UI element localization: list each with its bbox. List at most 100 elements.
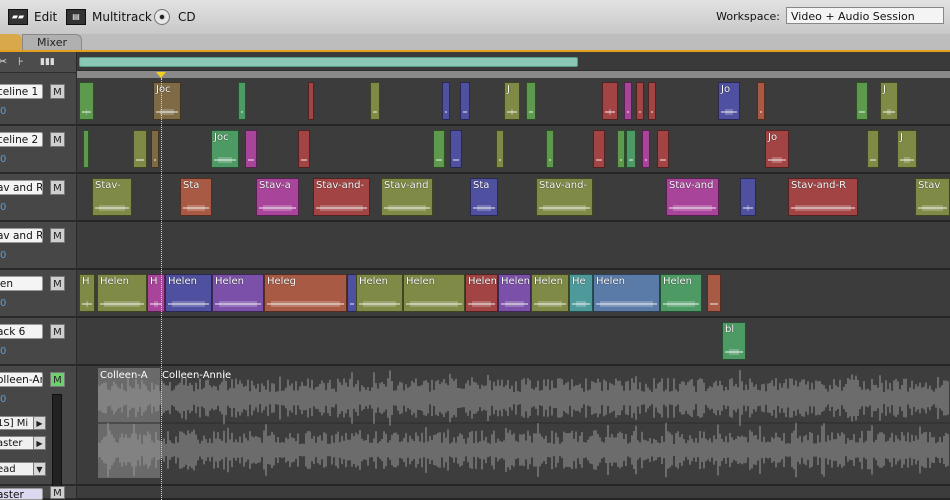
mute-button[interactable]: M (50, 84, 65, 99)
audio-clip[interactable]: Helen (498, 274, 531, 312)
audio-clip[interactable] (757, 82, 765, 120)
tab-editor[interactable] (0, 34, 22, 50)
audio-clip[interactable] (245, 130, 257, 168)
meter-tool-icon[interactable]: ▮▮▮ (40, 57, 55, 67)
audio-clip[interactable] (642, 130, 650, 168)
audio-clip[interactable]: Helen (403, 274, 465, 312)
track-name-field[interactable]: av and R (0, 180, 43, 195)
audio-clip[interactable] (460, 82, 470, 120)
volume-value[interactable]: 0 (0, 154, 6, 165)
track-name-field[interactable]: celine 2 (0, 132, 43, 147)
insert-tool-icon[interactable]: ⊦ (18, 55, 24, 68)
mute-button[interactable]: M (50, 486, 65, 499)
audio-clip[interactable]: J (880, 82, 898, 120)
audio-clip-colleen-annie[interactable]: Colleen-A Colleen-Annie (98, 368, 950, 478)
audio-clip[interactable]: Helen (531, 274, 569, 312)
volume-value[interactable]: 0 (0, 394, 6, 405)
audio-clip[interactable] (624, 82, 632, 120)
multitrack-view-button[interactable]: ▤ Multitrack (66, 8, 152, 26)
audio-clip[interactable]: J (504, 82, 520, 120)
track-name-field[interactable]: len (0, 276, 43, 291)
audio-clip[interactable] (593, 130, 605, 168)
session-overview[interactable] (77, 52, 950, 71)
audio-clip[interactable]: Joc (211, 130, 239, 168)
dropdown-arrow-icon[interactable]: ▶ (33, 436, 46, 450)
overview-scroll-bar[interactable] (79, 57, 578, 67)
dropdown-arrow-icon[interactable]: ▶ (33, 416, 46, 430)
audio-clip[interactable] (707, 274, 721, 312)
track-lane[interactable] (77, 222, 950, 270)
track-lane[interactable]: Joc Jo J (77, 126, 950, 174)
audio-clip[interactable] (636, 82, 644, 120)
volume-value[interactable]: 0 (0, 346, 6, 357)
audio-clip[interactable]: Helen (165, 274, 212, 312)
audio-clip[interactable] (496, 130, 504, 168)
volume-value[interactable]: 0 (0, 106, 6, 117)
tab-mixer[interactable]: Mixer (22, 34, 82, 50)
track-lane[interactable]: bl (77, 318, 950, 366)
audio-clip[interactable] (308, 82, 314, 120)
audio-clip[interactable] (133, 130, 147, 168)
audio-clip[interactable]: Stav (915, 178, 950, 216)
audio-clip[interactable]: Sta (180, 178, 212, 216)
volume-value[interactable]: 0 (0, 250, 6, 261)
timeline-area[interactable]: Joc J Jo J Joc Jo J Stav- Sta Stav-a Stav-and- Stav… (77, 52, 950, 500)
track-name-field[interactable]: celine 1 (0, 84, 43, 99)
audio-clip[interactable]: H (147, 274, 165, 312)
audio-clip[interactable]: Stav-and (666, 178, 719, 216)
track-name-field[interactable]: aster (0, 488, 43, 500)
workspace-select[interactable]: Video + Audio Session (786, 7, 944, 24)
audio-clip[interactable]: Jo (718, 82, 740, 120)
audio-clip[interactable]: Stav-a (256, 178, 299, 216)
audio-clip[interactable] (648, 82, 656, 120)
audio-clip[interactable]: He (569, 274, 593, 312)
audio-clip[interactable] (83, 130, 89, 168)
audio-clip[interactable]: Stav-and- (536, 178, 593, 216)
audio-clip[interactable] (856, 82, 868, 120)
audio-clip[interactable]: Stav-and (381, 178, 433, 216)
mute-button[interactable]: M (50, 228, 65, 243)
audio-clip[interactable] (450, 130, 462, 168)
audio-clip[interactable] (238, 82, 246, 120)
audio-clip[interactable] (79, 82, 94, 120)
audio-clip[interactable]: Stav-and-R (788, 178, 858, 216)
track-lane[interactable]: Colleen-A Colleen-Annie (77, 366, 950, 486)
track-name-field[interactable]: ack 6 (0, 324, 43, 339)
audio-clip[interactable] (433, 130, 445, 168)
dropdown-arrow-icon[interactable]: ▼ (33, 462, 46, 476)
track-lane[interactable]: Stav- Sta Stav-a Stav-and- Stav-and Sta Stav-a… (77, 174, 950, 222)
audio-clip[interactable] (546, 130, 554, 168)
edit-view-button[interactable]: ▰▰ Edit (8, 8, 57, 26)
audio-clip[interactable] (298, 130, 310, 168)
audio-clip[interactable] (617, 130, 625, 168)
audio-clip[interactable]: Helen (97, 274, 147, 312)
audio-clip[interactable]: Helen (212, 274, 264, 312)
mute-button[interactable]: M (50, 372, 65, 387)
audio-clip[interactable]: Stav-and- (313, 178, 370, 216)
audio-clip[interactable]: Helen (356, 274, 403, 312)
audio-clip[interactable]: Sta (470, 178, 498, 216)
audio-clip[interactable]: Heleg (264, 274, 347, 312)
audio-clip[interactable] (370, 82, 380, 120)
volume-value[interactable]: 0 (0, 202, 6, 213)
audio-clip[interactable]: J (897, 130, 917, 168)
audio-clip[interactable]: Jo (765, 130, 789, 168)
track-name-field[interactable]: olleen-An (0, 372, 43, 387)
audio-clip[interactable]: H (79, 274, 95, 312)
mute-button[interactable]: M (50, 276, 65, 291)
audio-clip[interactable]: Stav- (92, 178, 132, 216)
audio-clip[interactable]: Helen (593, 274, 660, 312)
audio-clip[interactable] (151, 130, 159, 168)
razor-tool-icon[interactable]: ✂ (0, 55, 7, 68)
time-ruler[interactable] (77, 71, 950, 78)
mute-button[interactable]: M (50, 324, 65, 339)
audio-clip[interactable] (657, 130, 669, 168)
audio-clip[interactable] (867, 130, 879, 168)
mute-button[interactable]: M (50, 180, 65, 195)
audio-clip[interactable] (626, 130, 636, 168)
track-name-field[interactable]: av and R (0, 228, 43, 243)
audio-clip[interactable]: bl (722, 322, 746, 360)
audio-clip[interactable] (526, 82, 536, 120)
audio-clip[interactable] (740, 178, 756, 216)
audio-clip[interactable]: Helen (660, 274, 702, 312)
